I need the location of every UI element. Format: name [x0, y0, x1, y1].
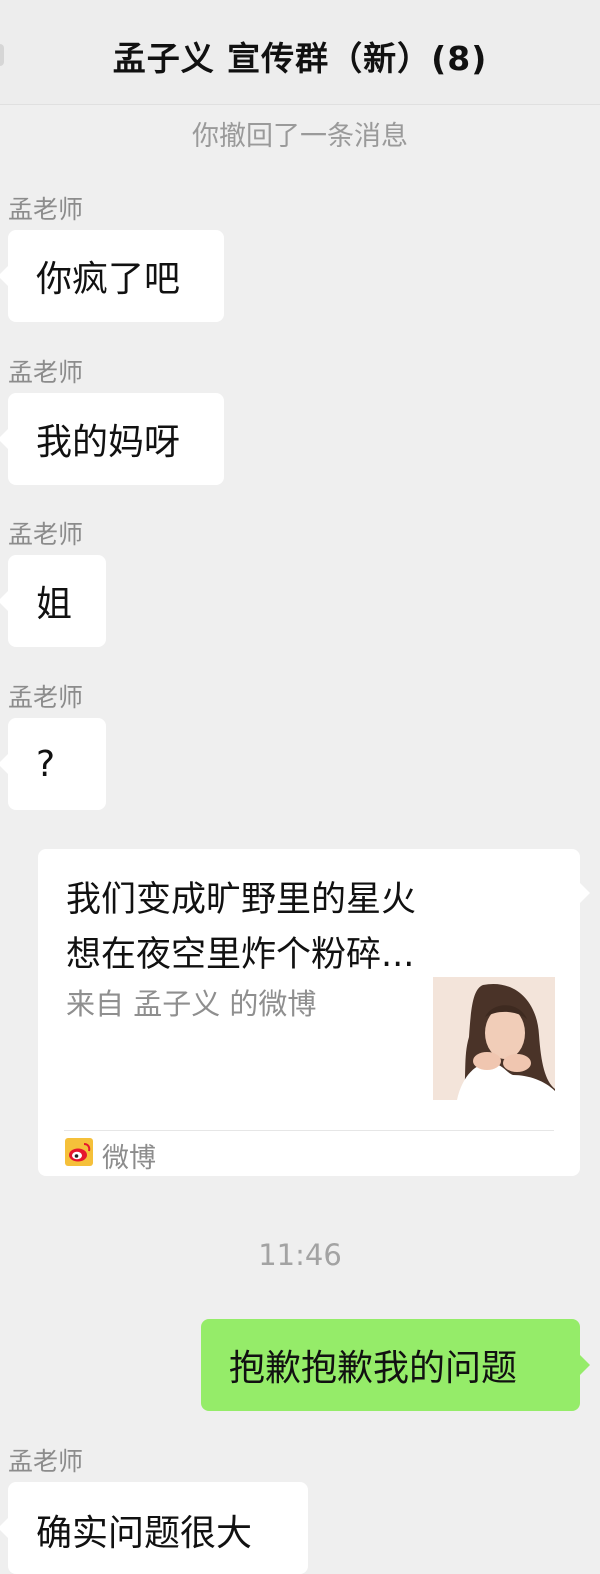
message-sender: 孟老师	[8, 683, 84, 712]
message-sender: 孟老师	[8, 1447, 84, 1476]
card-thumbnail	[433, 977, 555, 1100]
message-text: 姐	[36, 584, 73, 625]
portrait-image	[433, 977, 555, 1100]
message-text: 你疯了吧	[36, 259, 181, 300]
back-edge-indicator	[0, 44, 4, 66]
card-title: 我们变成旷野里的星火 想在夜空里炸个粉碎...	[66, 873, 506, 983]
weibo-icon	[65, 1138, 93, 1166]
chat-header: 孟子义 宣传群（新）(8)	[0, 0, 600, 105]
recall-notice: 你撤回了一条消息	[192, 121, 408, 152]
message-bubble[interactable]: ?	[0, 718, 106, 810]
message-bubble[interactable]: 我的妈呀	[0, 393, 224, 485]
my-message-bubble[interactable]: 抱歉抱歉我的问题	[201, 1319, 590, 1411]
card-app-name: 微博	[102, 1143, 156, 1174]
message-text: 确实问题很大	[36, 1513, 253, 1554]
message-bubble[interactable]: 确实问题很大	[0, 1482, 308, 1574]
timestamp: 11:46	[258, 1238, 342, 1272]
card-title-line: 想在夜空里炸个粉碎...	[66, 935, 415, 975]
message-text: ?	[36, 743, 56, 785]
card-divider	[64, 1130, 554, 1131]
shared-link-card[interactable]: 我们变成旷野里的星火 想在夜空里炸个粉碎... 来自 孟子义 的微博 微博	[38, 849, 590, 1176]
message-sender: 孟老师	[8, 195, 84, 224]
card-title-line: 我们变成旷野里的星火	[66, 880, 417, 920]
message-text: 我的妈呀	[36, 422, 181, 463]
group-title[interactable]: 孟子义 宣传群（新）(8)	[113, 32, 488, 80]
message-bubble[interactable]: 你疯了吧	[0, 230, 224, 322]
message-bubble[interactable]: 姐	[0, 555, 106, 647]
message-sender: 孟老师	[8, 358, 84, 387]
card-source: 来自 孟子义 的微博	[66, 987, 317, 1021]
message-sender: 孟老师	[8, 520, 84, 549]
message-text: 抱歉抱歉我的问题	[229, 1348, 518, 1389]
